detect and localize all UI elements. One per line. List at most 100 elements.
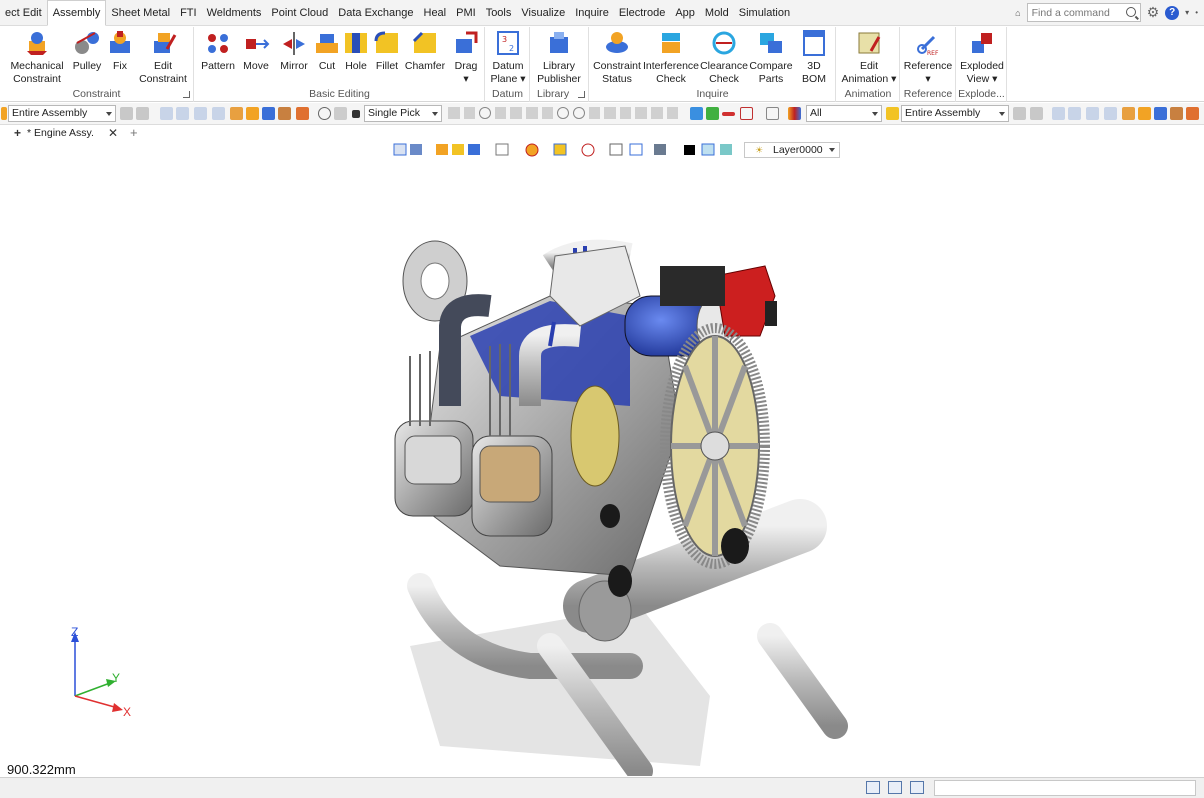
box-select-icon[interactable]	[740, 107, 753, 120]
hole-button[interactable]: Hole	[343, 29, 369, 73]
pin-icon[interactable]	[334, 107, 347, 120]
more-icon[interactable]: •	[1195, 8, 1198, 17]
reference-button[interactable]: REF Reference ▾	[904, 29, 952, 86]
circle-icon[interactable]	[572, 107, 585, 119]
help-icon[interactable]: ?	[1165, 5, 1180, 20]
chamfer-button[interactable]: Chamfer	[405, 29, 445, 73]
gear-icon[interactable]: ⚙	[1147, 4, 1160, 21]
circle-center-icon[interactable]	[557, 107, 569, 119]
scope-select-right[interactable]: Entire Assembly	[901, 105, 1009, 122]
library-launcher-icon[interactable]	[578, 91, 585, 98]
constraint-status-button[interactable]: Constraint Status	[592, 29, 642, 86]
exploded-view-button[interactable]: Exploded View ▾	[959, 29, 1005, 86]
print-icon[interactable]	[136, 107, 149, 120]
compare-parts-button[interactable]: Compare Parts	[749, 29, 793, 86]
cut-button[interactable]: Cut	[314, 29, 340, 73]
diag-icon[interactable]	[541, 107, 554, 119]
constraint-launcher-icon[interactable]	[183, 91, 190, 98]
move-button[interactable]: Move	[241, 29, 271, 73]
pick-mode-select[interactable]: Single Pick	[364, 105, 442, 122]
pattern-button[interactable]: Pattern	[200, 29, 236, 73]
arc-icon[interactable]	[635, 107, 647, 119]
menu-item-weldments[interactable]: Weldments	[202, 0, 267, 26]
menu-item-mold[interactable]: Mold	[700, 0, 734, 26]
node-icon[interactable]	[494, 107, 507, 119]
status-input[interactable]	[934, 780, 1196, 796]
layout-view-icon[interactable]	[866, 781, 880, 794]
edit-constraint-button[interactable]: Edit Constraint	[137, 29, 189, 86]
filter-color-icon[interactable]	[788, 107, 801, 120]
scope-select-left[interactable]: Entire Assembly	[8, 105, 116, 122]
solid-icon[interactable]	[666, 107, 679, 119]
history-icon[interactable]	[246, 107, 259, 120]
menu-item-assembly[interactable]: Assembly	[46, 0, 107, 26]
filter-icon[interactable]	[120, 107, 133, 120]
menu-item-fti[interactable]: FTI	[175, 0, 202, 26]
align-icon[interactable]	[212, 107, 225, 120]
lasso-icon[interactable]	[766, 107, 779, 120]
menu-item-ect-edit[interactable]: ect Edit	[0, 0, 47, 26]
layer-select[interactable]: ☀ Layer0000	[744, 142, 840, 158]
folder-icon[interactable]	[230, 107, 243, 120]
color-icon[interactable]	[296, 107, 309, 120]
filter2-icon[interactable]	[1013, 107, 1026, 120]
interference-check-button[interactable]: Interference Check	[643, 29, 699, 86]
3d-viewport[interactable]: ☀ Layer0000 Z Y X 900.322mm	[0, 141, 1204, 777]
drag-button[interactable]: Drag ▾	[451, 29, 481, 86]
tree-icon[interactable]	[176, 107, 189, 120]
print2-icon[interactable]	[1030, 107, 1043, 120]
align2-icon[interactable]	[1104, 107, 1117, 120]
clock-icon[interactable]	[318, 107, 331, 120]
remove-selection-icon[interactable]	[722, 112, 735, 116]
mirror-button[interactable]: Mirror	[277, 29, 311, 73]
dots-icon[interactable]	[510, 107, 523, 119]
grid-view-icon[interactable]	[910, 781, 924, 794]
cursor-plus-icon[interactable]	[463, 107, 476, 119]
library-publisher-button[interactable]: Library Publisher	[535, 29, 583, 86]
curve-icon[interactable]	[588, 107, 601, 119]
select-arrow-icon[interactable]	[690, 107, 703, 120]
datum-plane-button[interactable]: 32 Datum Plane ▾	[490, 29, 526, 86]
document-tab[interactable]: + * Engine Assy. ✕	[14, 125, 118, 141]
assembly-icon[interactable]	[886, 107, 899, 120]
pulley-button[interactable]: Pulley	[70, 29, 104, 73]
grid-icon[interactable]	[262, 107, 275, 120]
chevron-down-icon[interactable]: ▾	[1185, 8, 1189, 17]
new-tab-icon[interactable]: +	[130, 125, 138, 140]
layout-icon[interactable]	[194, 107, 207, 120]
surface-icon[interactable]	[650, 107, 663, 119]
edit-animation-button[interactable]: Edit Animation ▾	[839, 29, 899, 86]
grid2-icon[interactable]	[1154, 107, 1167, 120]
3d-bom-button[interactable]: 3D BOM	[794, 29, 834, 86]
list-icon[interactable]	[160, 107, 173, 120]
find-command-input[interactable]: Find a command	[1026, 3, 1141, 22]
color2-icon[interactable]	[1186, 107, 1199, 120]
menu-item-pmi[interactable]: PMI	[451, 0, 481, 26]
fix-button[interactable]: Fix	[106, 29, 134, 73]
menu-item-electrode[interactable]: Electrode	[614, 0, 670, 26]
menu-item-point-cloud[interactable]: Point Cloud	[266, 0, 333, 26]
menu-item-data-exchange[interactable]: Data Exchange	[333, 0, 418, 26]
menu-item-inquire[interactable]: Inquire	[570, 0, 614, 26]
mechanical-constraint-button[interactable]: Mechanical Constraint	[10, 29, 64, 86]
wave-icon[interactable]	[604, 107, 616, 119]
filter-select[interactable]: All	[806, 105, 882, 122]
reference-dropdown-icon[interactable]: ▾	[925, 73, 930, 86]
layout2-icon[interactable]	[1086, 107, 1099, 120]
folder2-icon[interactable]	[1122, 107, 1135, 120]
clearance-check-button[interactable]: Clearance Check	[700, 29, 748, 86]
play-icon[interactable]	[479, 107, 491, 119]
drag-dropdown-icon[interactable]: ▾	[463, 73, 468, 86]
list2-icon[interactable]	[1052, 107, 1065, 120]
close-icon[interactable]: ✕	[108, 126, 118, 140]
tangent-icon[interactable]	[619, 107, 632, 119]
menu-item-sheet-metal[interactable]: Sheet Metal	[106, 0, 175, 26]
fillet-button[interactable]: Fillet	[373, 29, 401, 73]
palette-icon[interactable]	[278, 107, 291, 120]
line-icon[interactable]	[526, 107, 538, 119]
tree2-icon[interactable]	[1068, 107, 1081, 120]
menu-item-app[interactable]: App	[670, 0, 700, 26]
search-icon[interactable]	[1125, 7, 1136, 17]
engine-assembly-model[interactable]	[380, 226, 860, 776]
palette2-icon[interactable]	[1170, 107, 1183, 120]
